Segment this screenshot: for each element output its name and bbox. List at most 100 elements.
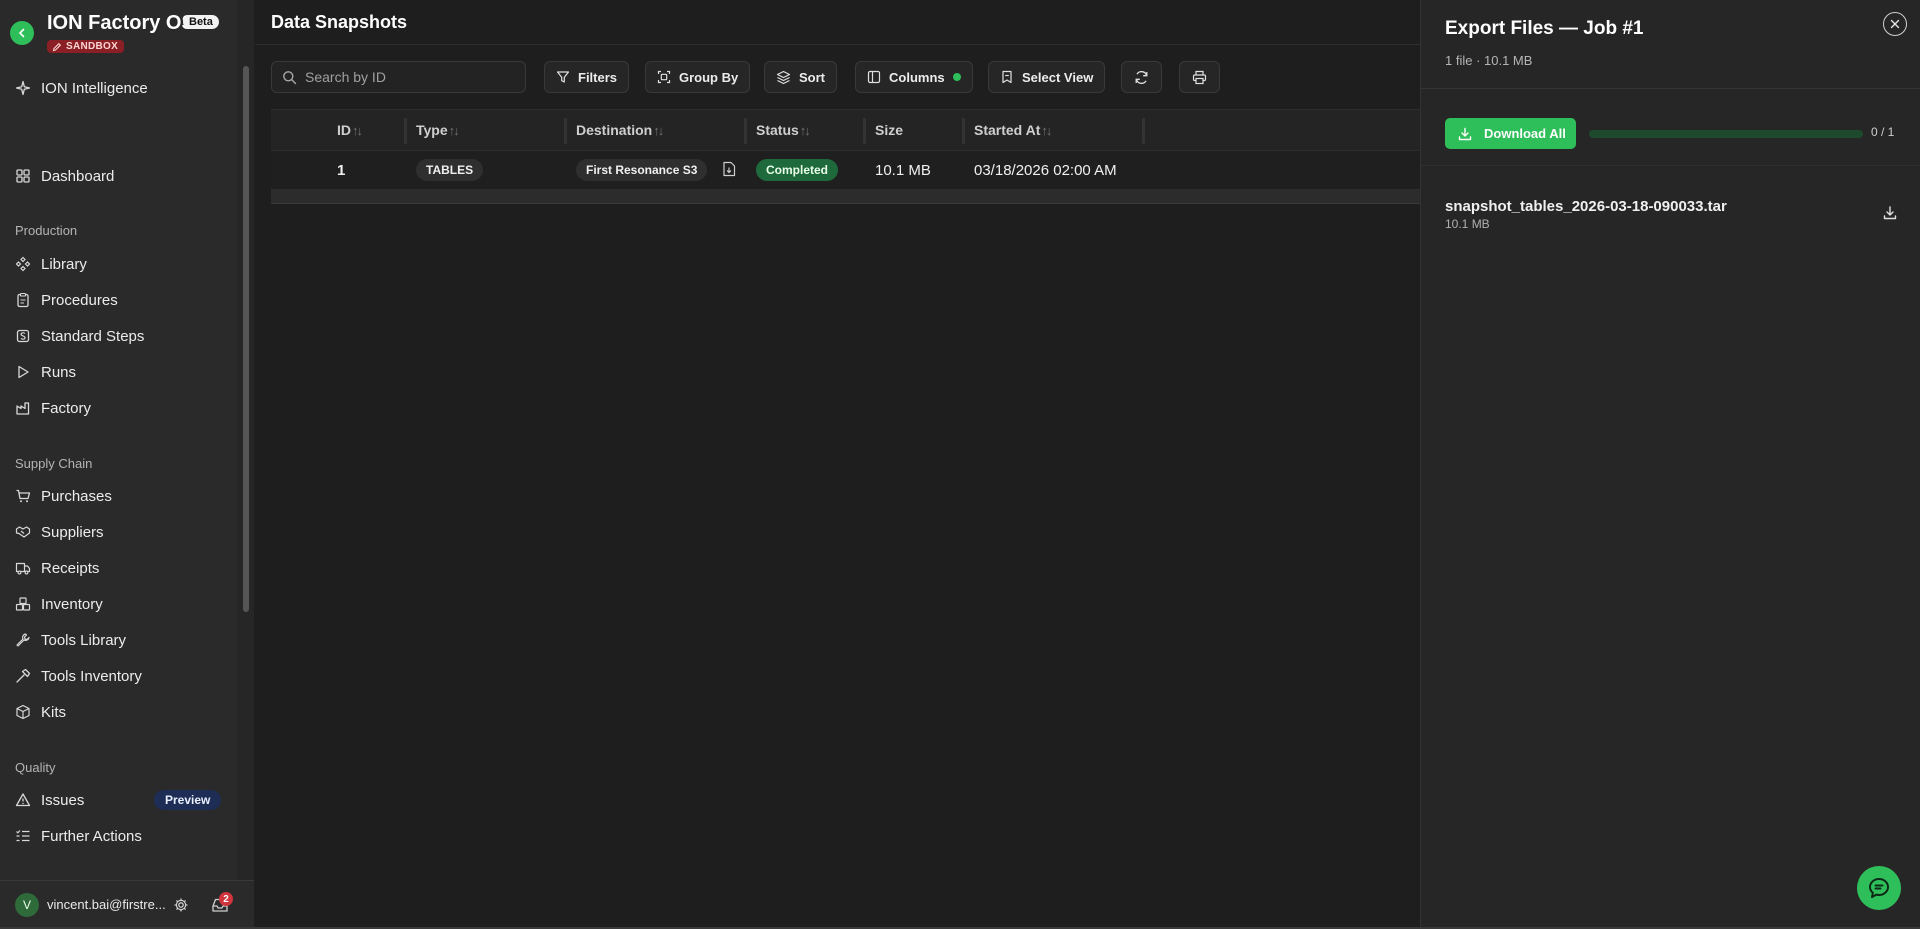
boxes-icon [15, 596, 31, 612]
avatar[interactable]: V [15, 893, 39, 917]
search-box[interactable] [271, 61, 526, 93]
sidebar-item-label: Inventory [41, 595, 103, 613]
sidebar: ION Factory OS Beta SANDBOX ION Intellig… [0, 0, 254, 929]
sidebar-item-further-actions[interactable]: Further Actions [15, 824, 142, 848]
filter-icon [556, 71, 570, 83]
filters-label: Filters [578, 69, 618, 85]
column-resizer[interactable] [564, 118, 567, 144]
sort-button[interactable]: Sort [764, 61, 837, 93]
panel-divider [1421, 88, 1920, 89]
sort-icon: ↑↓ [448, 122, 460, 138]
print-button[interactable] [1179, 61, 1220, 93]
column-header-destination[interactable]: Destination ↑↓ [576, 122, 664, 138]
sidebar-item-purchases[interactable]: Purchases [15, 484, 112, 508]
refresh-button[interactable] [1121, 61, 1162, 93]
open-destination-button[interactable] [722, 161, 736, 177]
cell-size: 10.1 MB [875, 162, 931, 179]
column-header-status[interactable]: Status ↑↓ [756, 122, 811, 138]
column-header-id[interactable]: ID ↑↓ [337, 122, 363, 138]
sort-icon: ↑↓ [799, 122, 811, 138]
group-by-label: Group By [679, 69, 739, 85]
gear-icon [174, 898, 188, 912]
search-input[interactable] [305, 69, 505, 85]
sidebar-item-ion-intelligence[interactable]: ION Intelligence [15, 76, 148, 100]
cell-id: 1 [337, 162, 346, 179]
download-all-button[interactable]: Download All [1445, 118, 1576, 149]
column-header-size[interactable]: Size [875, 122, 903, 138]
column-resizer[interactable] [962, 118, 965, 144]
columns-icon [867, 70, 881, 84]
factory-icon [15, 400, 31, 416]
sandbox-label: SANDBOX [66, 41, 119, 52]
clipboard-icon [15, 292, 31, 308]
sparkle-icon [15, 80, 31, 96]
sidebar-item-label: Factory [41, 399, 92, 417]
table-row[interactable]: 1 TABLES First Resonance S3 Completed 10… [271, 151, 1420, 190]
refresh-icon [1135, 70, 1148, 84]
sidebar-item-label: Tools Library [41, 631, 127, 649]
beta-badge: Beta [183, 15, 219, 29]
components-icon [15, 256, 31, 272]
columns-button[interactable]: Columns [855, 61, 973, 93]
sidebar-item-label: Suppliers [41, 523, 104, 541]
close-icon [1890, 19, 1900, 29]
columns-label: Columns [889, 69, 945, 85]
sidebar-item-label: Runs [41, 363, 77, 381]
package-icon [15, 704, 31, 720]
warning-icon [15, 792, 31, 808]
user-email[interactable]: vincent.bai@firstre... [47, 897, 165, 912]
sidebar-item-dashboard[interactable]: Dashboard [15, 164, 114, 188]
table-header: ID ↑↓ Type ↑↓ Destination ↑↓ Status ↑↓ Size … [271, 109, 1420, 151]
columns-active-dot [952, 73, 961, 81]
handshake-icon [15, 524, 31, 540]
table-horizontal-scrollbar[interactable] [271, 190, 1420, 204]
select-view-label: Select View [1022, 69, 1094, 85]
download-icon [1458, 127, 1472, 140]
header-divider [255, 44, 1420, 45]
sidebar-item-tools-library[interactable]: Tools Library [15, 628, 126, 652]
download-file-button[interactable] [1882, 205, 1898, 221]
sidebar-item-label: Issues [41, 791, 85, 809]
sidebar-item-receipts[interactable]: Receipts [15, 556, 99, 580]
sidebar-item-kits[interactable]: Kits [15, 700, 66, 724]
sidebar-item-label: Tools Inventory [41, 667, 142, 685]
sidebar-item-label: Library [41, 255, 87, 273]
sidebar-footer: V vincent.bai@firstre... 2 [0, 880, 254, 929]
sidebar-item-factory[interactable]: Factory [15, 396, 91, 420]
column-header-type[interactable]: Type ↑↓ [416, 122, 460, 138]
column-resizer[interactable] [744, 118, 747, 144]
sidebar-item-issues[interactable]: Issues [15, 788, 84, 812]
play-icon [15, 364, 31, 380]
chat-button[interactable] [1857, 866, 1901, 910]
section-quality: Quality [15, 760, 56, 775]
sidebar-item-procedures[interactable]: Procedures [15, 288, 118, 312]
column-header-started-at[interactable]: Started At ↑↓ [974, 122, 1052, 138]
sidebar-item-suppliers[interactable]: Suppliers [15, 520, 104, 544]
printer-icon [1192, 70, 1207, 84]
column-resizer[interactable] [1142, 118, 1145, 144]
sidebar-item-label: Further Actions [41, 827, 142, 845]
group-by-button[interactable]: Group By [645, 61, 751, 93]
file-size: 10.1 MB [1445, 217, 1490, 231]
export-files-panel: Export Files — Job #1 1 file · 10.1 MB D… [1420, 0, 1920, 929]
sidebar-item-tools-inventory[interactable]: Tools Inventory [15, 664, 142, 688]
sidebar-item-standard-steps[interactable]: Standard Steps [15, 324, 144, 348]
sidebar-item-inventory[interactable]: Inventory [15, 592, 103, 616]
close-panel-button[interactable] [1883, 12, 1907, 36]
panel-title: Export Files — Job #1 [1445, 18, 1644, 39]
collapse-sidebar-button[interactable] [10, 21, 34, 45]
sidebar-item-library[interactable]: Library [15, 252, 87, 276]
settings-button[interactable] [173, 897, 189, 913]
inbox-count-badge: 2 [219, 892, 233, 906]
column-resizer[interactable] [404, 118, 407, 144]
section-production: Production [15, 223, 78, 238]
download-progress-bar [1589, 130, 1863, 138]
column-resizer[interactable] [863, 118, 866, 144]
standard-step-icon [15, 328, 31, 344]
sidebar-scrollbar[interactable] [243, 66, 249, 612]
select-view-button[interactable]: Select View [988, 61, 1106, 93]
search-icon [283, 70, 297, 84]
sidebar-item-runs[interactable]: Runs [15, 360, 76, 384]
app-title: ION Factory OS [47, 12, 195, 34]
filters-button[interactable]: Filters [544, 61, 630, 93]
